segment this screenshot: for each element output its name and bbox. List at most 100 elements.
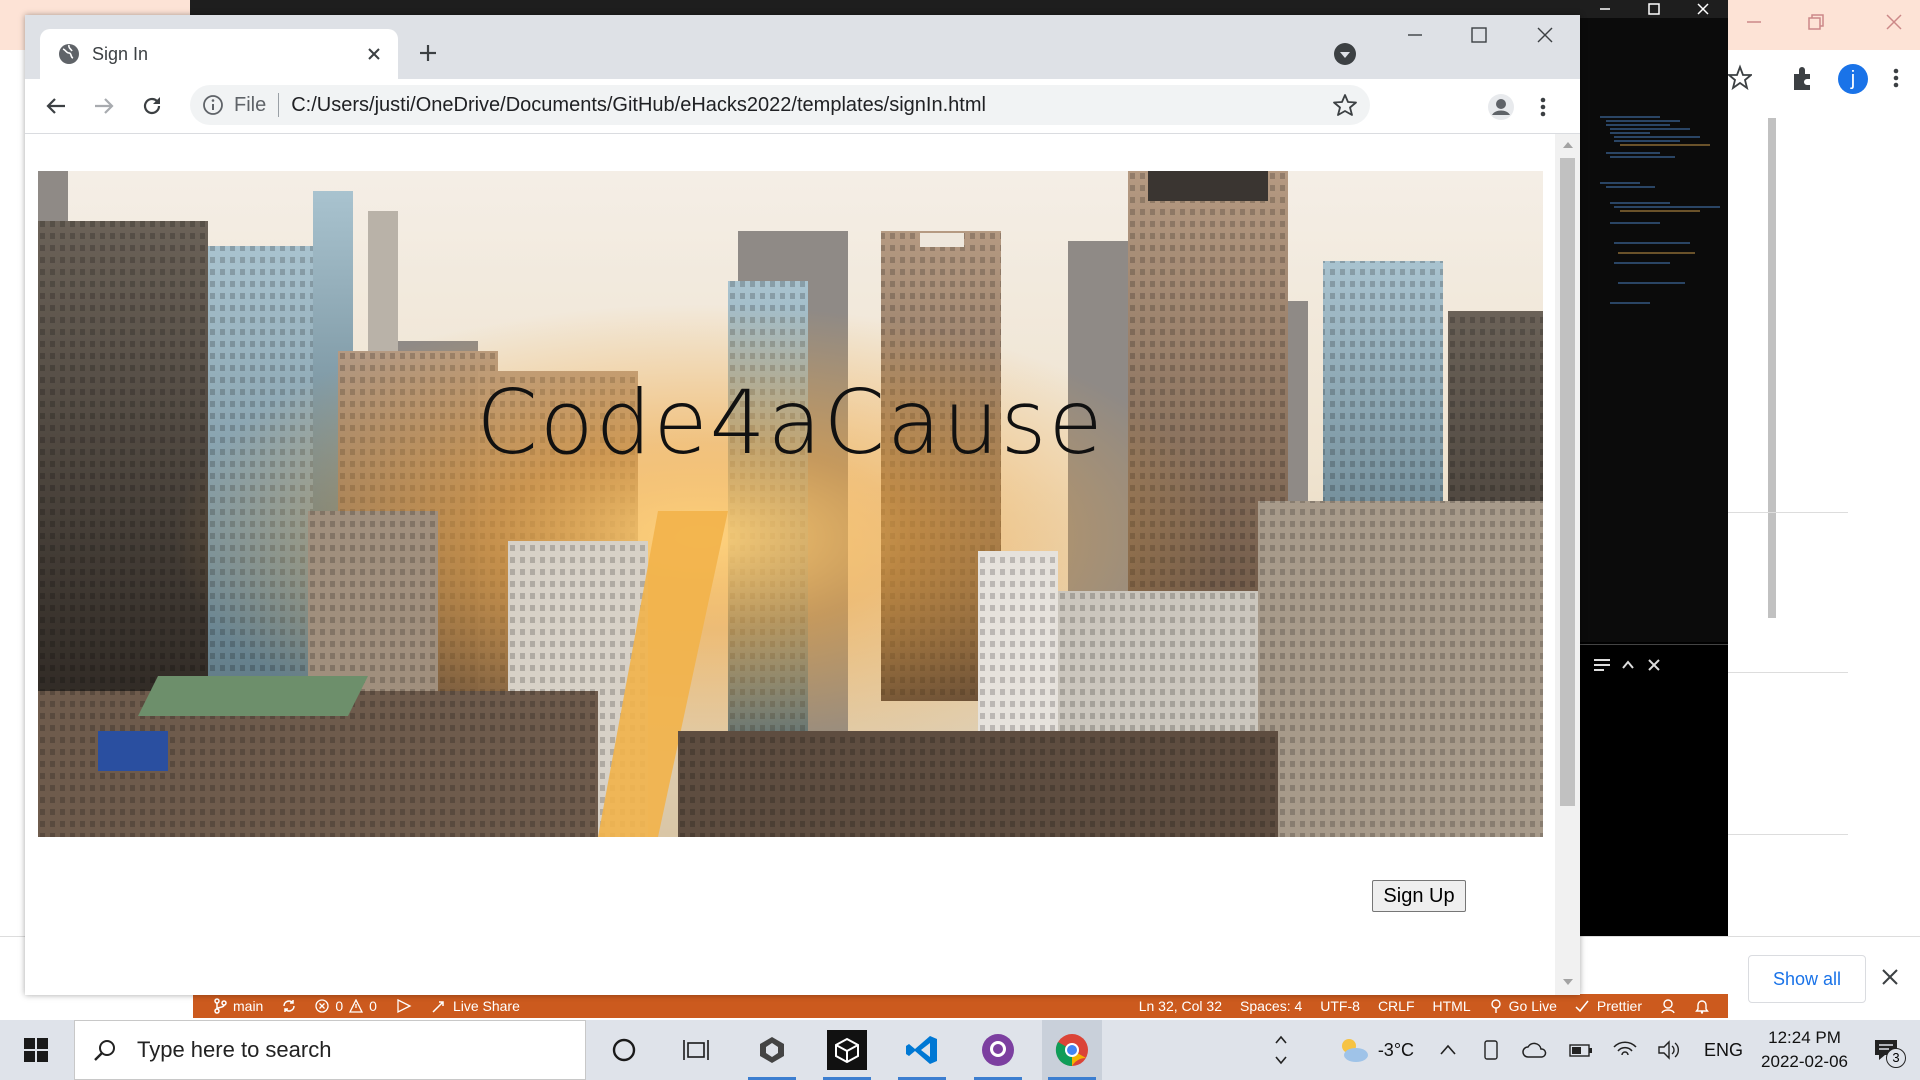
bell-icon xyxy=(1695,1000,1709,1014)
wifi-icon[interactable] xyxy=(1612,1039,1638,1061)
live-share-button[interactable]: Live Share xyxy=(431,998,520,1014)
language-mode[interactable]: HTML xyxy=(1433,998,1471,1014)
new-tab-button[interactable] xyxy=(410,35,446,71)
close-window-button[interactable] xyxy=(1525,23,1565,47)
action-center-button[interactable]: 3 xyxy=(1866,1030,1906,1070)
address-bar[interactable]: File C:/Users/justi/OneDrive/Documents/G… xyxy=(190,85,1370,125)
reload-button[interactable] xyxy=(133,87,171,125)
task-view-icon xyxy=(683,1040,709,1060)
scroll-thumb[interactable] xyxy=(1560,158,1575,806)
unity-app-icon[interactable] xyxy=(742,1020,802,1080)
sync-button[interactable] xyxy=(281,998,297,1014)
run-button[interactable] xyxy=(395,998,413,1014)
previous-match-icon[interactable] xyxy=(1620,657,1636,673)
vscode-app-icon[interactable] xyxy=(892,1020,952,1080)
start-button[interactable] xyxy=(6,1020,66,1080)
profile-avatar[interactable]: j xyxy=(1838,64,1868,94)
chrome-app-icon[interactable] xyxy=(1042,1020,1102,1080)
show-all-button[interactable]: Show all xyxy=(1748,955,1866,1003)
clock-time: 12:24 PM xyxy=(1768,1028,1841,1047)
browser-toolbar: File C:/Users/justi/OneDrive/Documents/G… xyxy=(25,79,1580,134)
profile-icon xyxy=(1488,94,1514,120)
background-restore-icon[interactable] xyxy=(1806,12,1826,32)
tab-strip: Sign In xyxy=(25,15,1580,79)
warning-count: 0 xyxy=(369,998,377,1014)
tablet-mode-icon[interactable] xyxy=(1480,1039,1502,1061)
menu-button[interactable] xyxy=(1525,89,1561,125)
tray-overflow-chevron-icon[interactable] xyxy=(1438,1043,1458,1057)
task-view-button[interactable] xyxy=(666,1020,726,1080)
cursor-position[interactable]: Ln 32, Col 32 xyxy=(1139,998,1222,1014)
background-window-edge xyxy=(0,50,28,1020)
scroll-up-arrow-icon[interactable] xyxy=(1562,140,1574,150)
plus-icon xyxy=(420,45,436,61)
bookmark-star-icon[interactable] xyxy=(1728,64,1752,92)
info-icon[interactable] xyxy=(202,94,224,116)
background-close-icon[interactable] xyxy=(1884,12,1904,32)
taskbar-search-box[interactable]: Type here to search xyxy=(74,1020,586,1080)
minimize-icon xyxy=(1408,34,1422,36)
sign-up-button[interactable]: Sign Up xyxy=(1372,880,1466,912)
onedrive-cloud-icon[interactable] xyxy=(1522,1039,1548,1061)
profile-button[interactable] xyxy=(1483,89,1519,125)
encoding-label: UTF-8 xyxy=(1320,998,1360,1014)
indentation[interactable]: Spaces: 4 xyxy=(1240,998,1302,1014)
cursor-position-label: Ln 32, Col 32 xyxy=(1138,998,1222,1014)
maximize-icon xyxy=(1471,27,1487,43)
back-button[interactable] xyxy=(37,87,75,125)
vscode-minimize-icon[interactable] xyxy=(1598,2,1612,16)
maximize-button[interactable] xyxy=(1459,23,1499,47)
feedback-button[interactable] xyxy=(1660,998,1676,1014)
bookmark-star-icon[interactable] xyxy=(1332,92,1358,118)
prettier-button[interactable]: Prettier xyxy=(1575,998,1642,1014)
minimize-button[interactable] xyxy=(1395,23,1435,47)
unity-icon xyxy=(760,1037,784,1063)
toggle-replace-icon[interactable] xyxy=(1592,657,1612,673)
go-live-button[interactable]: Go Live xyxy=(1489,998,1557,1014)
show-hidden-scroll[interactable] xyxy=(1266,1035,1296,1065)
volume-icon[interactable] xyxy=(1656,1039,1682,1061)
page-content: Code4aCause Sign Up xyxy=(25,134,1555,995)
problems-indicator[interactable]: 0 0 xyxy=(315,998,377,1014)
chrome-menu-icon[interactable] xyxy=(1884,66,1908,90)
arrow-right-icon xyxy=(95,98,114,114)
notifications-button[interactable] xyxy=(1694,998,1710,1014)
extensions-icon[interactable] xyxy=(1788,64,1816,92)
branch-indicator[interactable]: main xyxy=(213,998,263,1014)
three-dots-vertical-icon xyxy=(1540,97,1546,117)
page-scrollbar[interactable] xyxy=(1555,134,1580,995)
weather-widget[interactable]: -3°C xyxy=(1336,1035,1414,1065)
vscode-maximize-icon[interactable] xyxy=(1647,2,1661,16)
hero-title: Code4aCause xyxy=(476,371,1105,474)
close-download-shelf-icon[interactable] xyxy=(1880,967,1900,987)
tab-sign-in[interactable]: Sign In xyxy=(40,29,398,79)
chevron-up-icon xyxy=(1275,1035,1287,1044)
forward-button[interactable] xyxy=(85,87,123,125)
unity-hub-app-icon[interactable] xyxy=(817,1020,877,1080)
end-of-line[interactable]: CRLF xyxy=(1378,998,1415,1014)
system-tray: -3°C ENG 12:24 PM 2022-02-06 3 xyxy=(1266,1020,1920,1080)
background-minimize-icon[interactable] xyxy=(1744,12,1764,32)
url-text[interactable]: C:/Users/justi/OneDrive/Documents/GitHub… xyxy=(291,94,1332,117)
encoding[interactable]: UTF-8 xyxy=(1320,998,1360,1014)
live-share-icon xyxy=(432,1001,444,1013)
background-browser-toolbar: j xyxy=(1728,50,1920,108)
close-tab-icon[interactable] xyxy=(364,44,384,64)
chrome-icon xyxy=(1055,1034,1088,1067)
input-language[interactable]: ENG xyxy=(1704,1040,1743,1061)
github-desktop-app-icon[interactable] xyxy=(968,1020,1028,1080)
clock[interactable]: 12:24 PM 2022-02-06 xyxy=(1761,1026,1848,1074)
cortana-button[interactable] xyxy=(594,1020,654,1080)
close-window-icon xyxy=(1537,27,1553,43)
url-scheme-label: File xyxy=(234,93,267,116)
github-desktop-icon xyxy=(982,1034,1014,1066)
close-find-icon[interactable] xyxy=(1646,657,1662,673)
battery-icon[interactable] xyxy=(1568,1039,1594,1061)
error-icon xyxy=(315,999,330,1013)
arrow-left-icon xyxy=(46,98,65,114)
tab-search-button[interactable] xyxy=(1330,39,1360,69)
clock-date: 2022-02-06 xyxy=(1761,1052,1848,1071)
scroll-down-arrow-icon[interactable] xyxy=(1562,977,1574,987)
vscode-close-icon[interactable] xyxy=(1696,2,1710,16)
city-skyline-image xyxy=(38,171,1543,837)
